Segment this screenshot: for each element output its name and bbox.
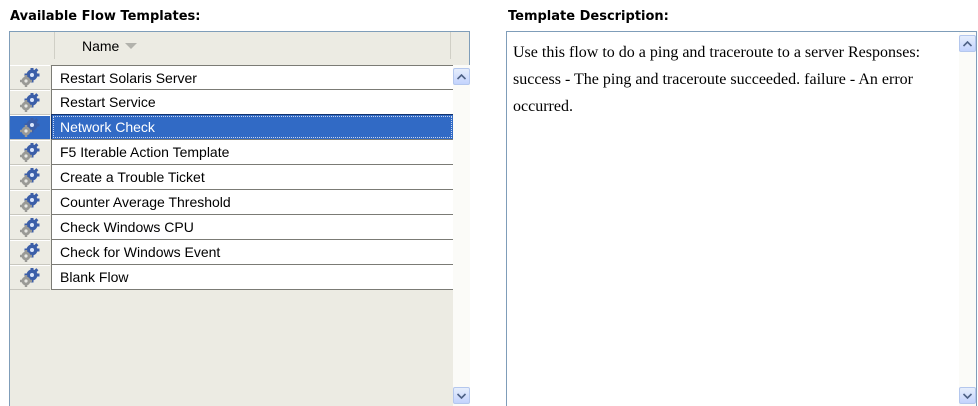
gear-icon xyxy=(10,190,50,215)
desc-scroll-up-button[interactable] xyxy=(959,35,976,52)
chevron-down-icon xyxy=(963,392,972,399)
gear-icon xyxy=(10,65,50,90)
template-row[interactable]: Create a Trouble Ticket xyxy=(10,164,454,190)
template-name[interactable]: F5 Iterable Action Template xyxy=(51,139,454,165)
header-filler xyxy=(451,32,469,59)
template-row[interactable]: Blank Flow xyxy=(10,264,454,290)
template-name[interactable]: Network Check xyxy=(51,114,454,140)
desc-scroll-down-button[interactable] xyxy=(959,387,976,404)
icon-column-header[interactable] xyxy=(10,32,55,59)
template-description-box[interactable]: Use this flow to do a ping and tracerout… xyxy=(506,31,977,406)
description-text: Use this flow to do a ping and tracerout… xyxy=(513,44,921,115)
description-scrollbar[interactable] xyxy=(959,32,976,406)
template-row[interactable]: Check Windows CPU xyxy=(10,214,454,240)
gear-icon xyxy=(10,215,50,240)
template-rows: Restart Solaris Server Restart Service N… xyxy=(10,65,454,290)
available-templates-label: Available Flow Templates: xyxy=(10,9,201,24)
gear-icon xyxy=(10,165,50,190)
template-row[interactable]: Counter Average Threshold xyxy=(10,189,454,215)
chevron-up-icon xyxy=(457,73,466,80)
scroll-up-button[interactable] xyxy=(453,68,470,85)
template-row[interactable]: F5 Iterable Action Template xyxy=(10,139,454,165)
gear-icon xyxy=(10,240,50,265)
template-description-label: Template Description: xyxy=(508,9,669,24)
sort-down-icon xyxy=(125,42,138,49)
template-name[interactable]: Check for Windows Event xyxy=(51,239,454,265)
gear-icon xyxy=(10,115,50,140)
flow-templates-list[interactable]: Name Restart Solaris Server Restart Serv… xyxy=(9,31,470,406)
gear-icon xyxy=(10,140,50,165)
template-name[interactable]: Counter Average Threshold xyxy=(51,189,454,215)
template-row[interactable]: Restart Solaris Server xyxy=(10,65,454,90)
template-name[interactable]: Check Windows CPU xyxy=(51,214,454,240)
list-scrollbar[interactable] xyxy=(453,65,470,406)
template-name[interactable]: Create a Trouble Ticket xyxy=(51,164,454,190)
chevron-up-icon xyxy=(963,40,972,47)
name-column-header[interactable]: Name xyxy=(55,32,451,59)
chevron-down-icon xyxy=(457,392,466,399)
name-column-label: Name xyxy=(82,37,120,54)
gear-icon xyxy=(10,90,50,115)
scroll-down-button[interactable] xyxy=(453,387,470,404)
template-row[interactable]: Check for Windows Event xyxy=(10,239,454,265)
list-header: Name xyxy=(10,32,469,60)
template-row[interactable]: Restart Service xyxy=(10,89,454,115)
template-row[interactable]: Network Check xyxy=(10,114,454,140)
template-name[interactable]: Restart Service xyxy=(51,89,454,115)
template-name[interactable]: Restart Solaris Server xyxy=(51,65,454,90)
gear-icon xyxy=(10,265,50,290)
template-name[interactable]: Blank Flow xyxy=(51,264,454,290)
